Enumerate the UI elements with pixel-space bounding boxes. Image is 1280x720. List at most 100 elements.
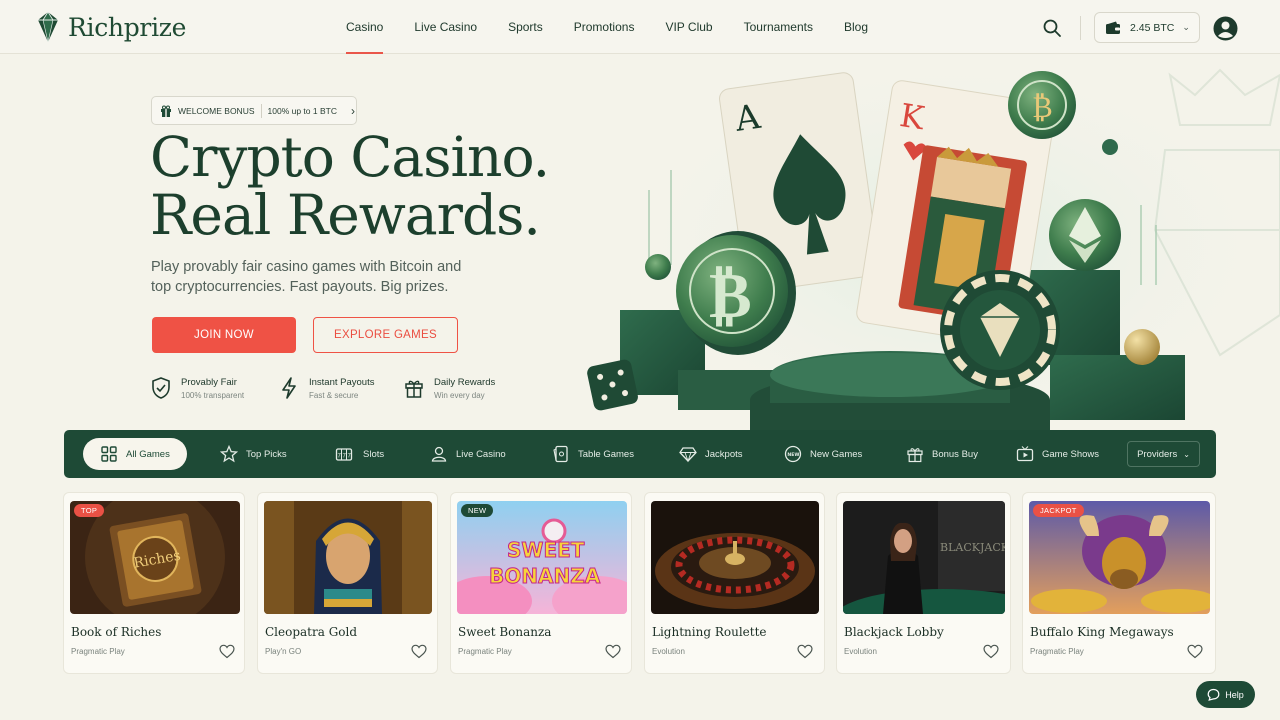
heart-icon[interactable] — [605, 644, 621, 659]
category-label: Table Games — [578, 448, 634, 460]
sweet-bonanza-image: SWEET BONANZA — [457, 501, 627, 614]
site-header: Richprize Casino Live Casino Sports Prom… — [0, 0, 1280, 54]
game-badge-jackpot: JACKPOT — [1033, 504, 1084, 517]
game-title: Book of Riches — [71, 625, 162, 639]
chat-bubble-icon — [1207, 688, 1220, 701]
game-provider: Pragmatic Play — [1030, 647, 1084, 656]
game-card-blackjack-lobby[interactable]: BLACKJACK Blackjack Lobby Evolution — [836, 492, 1011, 674]
hero-subtitle: Play provably fair casino games with Bit… — [151, 259, 462, 295]
game-provider: Evolution — [652, 647, 685, 656]
star-icon — [220, 445, 238, 463]
game-thumbnail[interactable]: Riches TOP — [70, 501, 240, 614]
game-card-cleopatra-gold[interactable]: Cleopatra Gold Play'n GO — [257, 492, 438, 674]
brand-name: Richprize — [68, 12, 187, 42]
game-thumbnail[interactable] — [651, 501, 819, 614]
blackjack-text: BLACKJACK — [940, 541, 1005, 554]
heart-icon[interactable] — [797, 644, 813, 659]
game-provider: Pragmatic Play — [458, 647, 512, 656]
user-avatar-icon[interactable] — [1213, 16, 1238, 41]
search-icon[interactable] — [1041, 17, 1063, 39]
feature-subtitle: Win every day — [434, 391, 485, 400]
category-label: Slots — [363, 448, 385, 460]
game-card-buffalo-king-megaways[interactable]: JACKPOT Buffalo King Megaways Pragmatic … — [1022, 492, 1216, 674]
heart-icon[interactable] — [411, 644, 427, 659]
nav-tournaments[interactable]: Tournaments — [744, 0, 813, 54]
game-category-bar: All Games Top Picks 7 7 7 Slots Live Cas… — [64, 430, 1216, 478]
brand-logo[interactable]: Richprize — [36, 10, 186, 44]
category-label: All Games — [126, 448, 170, 460]
help-chat-button[interactable]: Help — [1196, 681, 1255, 708]
bonus-separator — [260, 103, 262, 118]
feature-title: Instant Payouts — [309, 377, 375, 388]
chevron-right-icon: › — [350, 103, 355, 118]
game-thumbnail[interactable] — [264, 501, 432, 614]
card-icon — [553, 445, 568, 463]
game-card-sweet-bonanza[interactable]: SWEET BONANZA NEW Sweet Bonanza Pragmati… — [450, 492, 632, 674]
category-label: Bonus Buy — [932, 448, 978, 460]
book-image: Riches — [70, 501, 240, 614]
category-bonus-buy[interactable]: Bonus Buy — [906, 438, 978, 470]
heart-icon[interactable] — [219, 644, 235, 659]
feature-title: Daily Rewards — [434, 377, 496, 388]
main-nav: Casino Live Casino Sports Promotions VIP… — [346, 0, 899, 54]
category-live-casino[interactable]: Live Casino — [430, 438, 506, 470]
gift-icon — [907, 448, 923, 463]
nav-live-casino[interactable]: Live Casino — [414, 0, 477, 54]
feature-daily-rewards: Daily Rewards Win every day — [403, 376, 495, 402]
gift-icon — [405, 380, 423, 398]
game-badge-top: TOP — [74, 504, 105, 517]
bonus-offer: 100% up to 1 BTC — [267, 105, 337, 116]
category-label: New Games — [810, 448, 863, 460]
category-new-games[interactable]: NEW New Games — [784, 438, 862, 470]
category-game-shows[interactable]: Game Shows — [1016, 438, 1099, 470]
dealer-icon — [431, 446, 447, 462]
roulette-image — [651, 501, 819, 614]
category-all-games[interactable]: All Games — [83, 438, 187, 470]
lightning-icon — [282, 377, 296, 399]
category-jackpots[interactable]: Jackpots — [679, 438, 743, 470]
feature-subtitle: 100% transparent — [181, 391, 245, 400]
grid-icon — [101, 446, 117, 462]
game-title: Sweet Bonanza — [458, 625, 552, 639]
hero-illustration: A K ₿ ₿ — [587, 55, 1280, 430]
gift-icon — [161, 105, 171, 117]
category-table-games[interactable]: Table Games — [552, 438, 634, 470]
svg-text:₿: ₿ — [1032, 90, 1053, 125]
nav-sports[interactable]: Sports — [508, 0, 543, 54]
game-title: Cleopatra Gold — [265, 625, 358, 639]
category-top-picks[interactable]: Top Picks — [220, 438, 287, 470]
nav-vip-club[interactable]: VIP Club — [665, 0, 712, 54]
game-title: Buffalo King Megaways — [1030, 625, 1174, 639]
welcome-bonus-pill[interactable]: WELCOME BONUS 100% up to 1 BTC › — [151, 96, 357, 125]
diamond-logo-icon — [38, 11, 58, 43]
heart-icon[interactable] — [1187, 644, 1203, 659]
providers-dropdown[interactable]: Providers ⌄ — [1127, 441, 1200, 467]
feature-instant-payouts: Instant Payouts Fast & secure — [278, 376, 374, 402]
game-card-book-of-riches[interactable]: Riches TOP Book of Riches Pragmatic Play — [63, 492, 245, 674]
nav-casino[interactable]: Casino — [346, 0, 384, 54]
heart-icon[interactable] — [983, 644, 999, 659]
category-label: Top Picks — [246, 448, 287, 460]
wallet-icon — [1106, 21, 1120, 34]
game-provider: Pragmatic Play — [71, 647, 125, 656]
game-title: Blackjack Lobby — [844, 625, 944, 639]
game-title: Lightning Roulette — [652, 625, 767, 639]
feature-title: Provably Fair — [181, 377, 237, 388]
diamond-icon — [679, 447, 697, 463]
tv-icon — [1016, 446, 1034, 462]
bonanza-text-2: BONANZA — [489, 564, 601, 588]
nav-blog[interactable]: Blog — [844, 0, 868, 54]
game-card-lightning-roulette[interactable]: Lightning Roulette Evolution — [644, 492, 825, 674]
category-slots[interactable]: 7 7 7 Slots — [333, 438, 384, 470]
wallet-balance-button[interactable]: 2.45 BTC ⌄ — [1094, 12, 1200, 43]
nav-promotions[interactable]: Promotions — [574, 0, 635, 54]
chevron-down-icon: ⌄ — [1183, 449, 1190, 459]
game-thumbnail[interactable]: JACKPOT — [1029, 501, 1210, 614]
explore-games-button[interactable]: EXPLORE GAMES — [313, 317, 458, 353]
game-thumbnail[interactable]: BLACKJACK — [843, 501, 1005, 614]
game-provider: Evolution — [844, 647, 877, 656]
svg-text:₿: ₿ — [709, 259, 752, 333]
svg-text:7 7 7: 7 7 7 — [338, 454, 352, 460]
join-now-button[interactable]: JOIN NOW — [152, 317, 296, 353]
game-thumbnail[interactable]: SWEET BONANZA NEW — [457, 501, 627, 614]
